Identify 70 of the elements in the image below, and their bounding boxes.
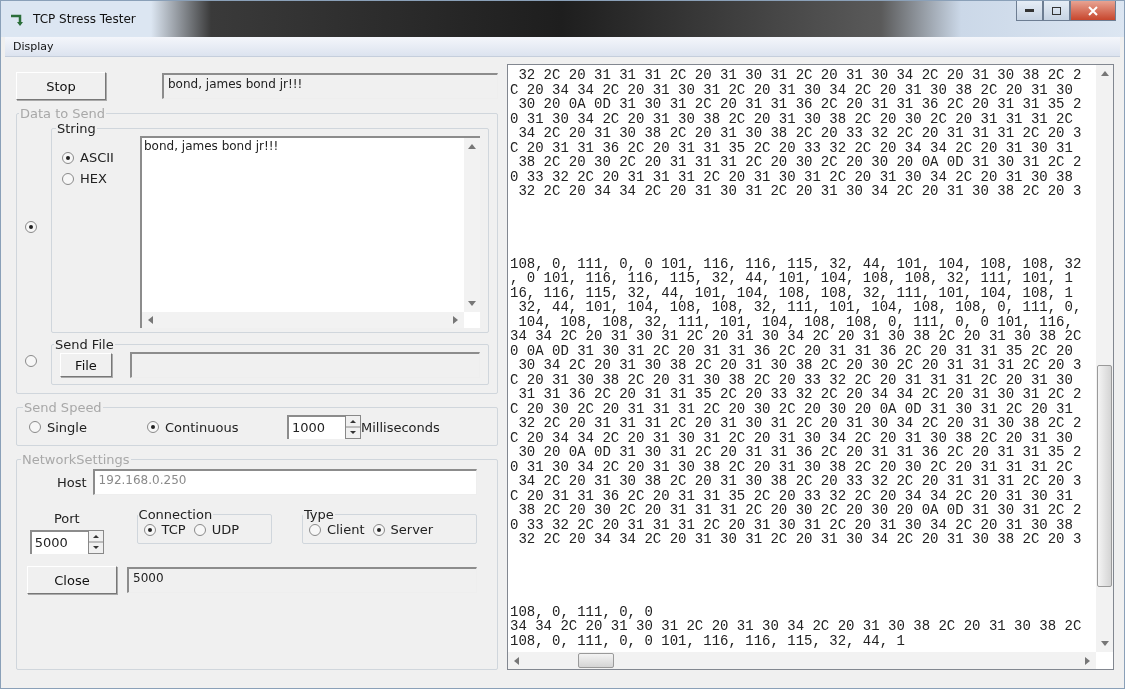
group-title: Type [302, 507, 335, 522]
scrollbar[interactable] [1096, 65, 1113, 652]
scrollbar[interactable] [464, 138, 480, 312]
group-title: Connection [137, 507, 214, 522]
output-line: C 20 31 30 38 2C 20 31 30 38 2C 20 33 32 2C 20 31 31 31 2C 20 31 30 [510, 372, 1073, 387]
output-line: 0 31 30 34 2C 20 31 30 38 2C 20 31 30 38 2C 20 30 2C 20 31 31 31 2C [510, 111, 1073, 126]
maximize-button[interactable] [1043, 1, 1070, 21]
port-label: Port [53, 511, 80, 526]
arrow-up-icon[interactable] [1100, 69, 1109, 77]
arrow-right-icon[interactable] [1084, 656, 1092, 665]
output-line: 0 33 32 2C 20 31 31 31 2C 20 31 30 31 2C 20 31 30 34 2C 20 31 30 38 [510, 517, 1073, 532]
status-field: 5000 [127, 567, 477, 593]
output-line: 32 2C 20 31 31 31 2C 20 31 30 31 2C 20 31 30 34 2C 20 31 30 38 2C 2 [517, 416, 1082, 431]
arrow-left-icon[interactable] [146, 316, 154, 324]
scrollbar-thumb[interactable] [578, 653, 614, 668]
window-title: TCP Stress Tester [33, 12, 136, 26]
output-line: 30 34 2C 20 31 30 38 2C 20 31 30 38 2C 20 30 2C 20 31 31 31 2C 20 3 [517, 358, 1082, 373]
output-line: C 20 34 34 2C 20 31 30 31 2C 20 31 30 34 2C 20 31 30 38 2C 20 31 30 [510, 430, 1073, 445]
arrow-down-icon[interactable] [1100, 640, 1109, 648]
group-title: Send File [54, 337, 115, 352]
output-line: 34 34 2C 20 31 30 31 2C 20 31 30 34 2C 20 31 30 38 2C 20 31 30 38 2C [510, 619, 1082, 634]
group-title: Data to Send [19, 106, 107, 121]
output-line: 108, 0, 111, 0, 0 [510, 604, 653, 619]
output-line: 34 2C 20 31 30 38 2C 20 31 30 38 2C 20 33 32 2C 20 31 31 31 2C 20 3 [517, 126, 1082, 141]
close-button[interactable] [1070, 1, 1116, 21]
output-line: 16, 116, 115, 32, 44, 101, 104, 108, 108, 32, 111, 101, 104, 108, 1 [510, 285, 1073, 300]
output-line: 32 2C 20 34 34 2C 20 31 30 31 2C 20 31 30 34 2C 20 31 30 38 2C 20 3 [517, 532, 1082, 547]
output-line: 32 2C 20 34 34 2C 20 31 30 31 2C 20 31 30 34 2C 20 31 30 38 2C 20 3 [517, 184, 1082, 199]
output-line: C 20 30 2C 20 31 31 31 2C 20 30 2C 20 30 20 0A 0D 31 30 31 2C 20 31 [510, 401, 1073, 416]
scrollbar[interactable] [508, 652, 1096, 669]
output-line: 30 20 0A 0D 31 30 31 2C 20 31 31 36 2C 20 31 31 36 2C 20 31 31 35 2 [517, 97, 1082, 112]
output-line: 30 20 0A 0D 31 30 31 2C 20 31 31 36 2C 20 31 31 36 2C 20 31 31 35 2 [517, 445, 1082, 460]
minimize-button[interactable] [1016, 1, 1043, 21]
output-line: 108, 0, 111, 0, 0 101, 116, 116, 115, 32, 44, 101, 104, 108, 108, 32 [510, 256, 1082, 271]
group-title: NetworkSettings [21, 452, 131, 467]
spin-buttons-icon[interactable] [87, 530, 104, 554]
minimize-icon [1025, 9, 1034, 12]
output-line: 108, 0, 111, 0, 0 101, 116, 116, 115, 32, 44, 1 [510, 633, 905, 648]
scrollbar[interactable] [142, 312, 464, 328]
output-line: 0 0A 0D 31 30 31 2C 20 31 31 36 2C 20 31 31 36 2C 20 31 31 35 2C 20 [510, 343, 1073, 358]
scrollbar-thumb[interactable] [1097, 365, 1112, 587]
output-line: 32 2C 20 31 31 31 2C 20 31 30 31 2C 20 31 30 34 2C 20 31 30 38 2C 2 [517, 68, 1082, 83]
output-line: 34 2C 20 31 30 38 2C 20 31 30 38 2C 20 33 32 2C 20 31 31 31 2C 20 3 [517, 474, 1082, 489]
arrow-left-icon[interactable] [512, 656, 520, 665]
spin-buttons-icon[interactable] [345, 415, 361, 439]
arrow-right-icon[interactable] [452, 316, 460, 324]
maximize-icon [1052, 6, 1061, 15]
arrow-up-icon[interactable] [468, 142, 476, 150]
close-icon [1088, 5, 1098, 16]
unit-label: Milliseconds [361, 419, 440, 435]
output-line: 38 2C 20 30 2C 20 31 31 31 2C 20 30 2C 20 30 20 0A 0D 31 30 31 2C 2 [517, 155, 1082, 170]
output-line: , 0 101, 116, 116, 115, 32, 44, 101, 104, 108, 108, 32, 111, 101, 1 [510, 271, 1073, 286]
output-line: 0 31 30 34 2C 20 31 30 38 2C 20 31 30 38 2C 20 30 2C 20 31 31 31 2C [510, 459, 1073, 474]
output-line: 38 2C 20 30 2C 20 31 31 31 2C 20 30 2C 20 30 20 0A 0D 31 30 31 2C 2 [517, 503, 1082, 518]
output-line: 0 33 32 2C 20 31 31 31 2C 20 31 30 31 2C 20 31 30 34 2C 20 31 30 38 [510, 169, 1073, 184]
arrow-down-icon[interactable] [468, 300, 476, 308]
output-line: 104, 108, 108, 32, 111, 101, 104, 108, 108, 0, 111, 0, 0 101, 116, [517, 314, 1073, 329]
group-title: Send Speed [23, 400, 103, 415]
output-line: 31 31 36 2C 20 31 31 35 2C 20 33 32 2C 20 34 34 2C 20 31 30 31 2C 2 [517, 387, 1082, 402]
output-line: C 20 31 31 36 2C 20 31 31 35 2C 20 33 32 2C 20 34 34 2C 20 31 30 31 [510, 488, 1073, 503]
output-line: C 20 31 31 36 2C 20 31 31 35 2C 20 33 32 2C 20 34 34 2C 20 31 30 31 [510, 140, 1073, 155]
status-field: bond, james bond jr!!! [162, 73, 498, 99]
stop-button[interactable]: Stop [16, 72, 106, 100]
output-line: 34 34 2C 20 31 30 31 2C 20 31 30 34 2C 20 31 30 38 2C 20 31 30 38 2C [510, 329, 1082, 344]
text-area-value: bond, james bond jr!!! [143, 138, 280, 155]
host-label: Host [57, 474, 87, 490]
group-title: String [56, 121, 97, 136]
output-line: 32, 44, 101, 104, 108, 108, 32, 111, 101, 104, 108, 108, 0, 111, 0, [518, 300, 1082, 315]
output-line: C 20 34 34 2C 20 31 30 31 2C 20 31 30 34 2C 20 31 30 38 2C 20 31 30 [510, 82, 1073, 97]
menu-item[interactable]: Display [11, 40, 56, 53]
